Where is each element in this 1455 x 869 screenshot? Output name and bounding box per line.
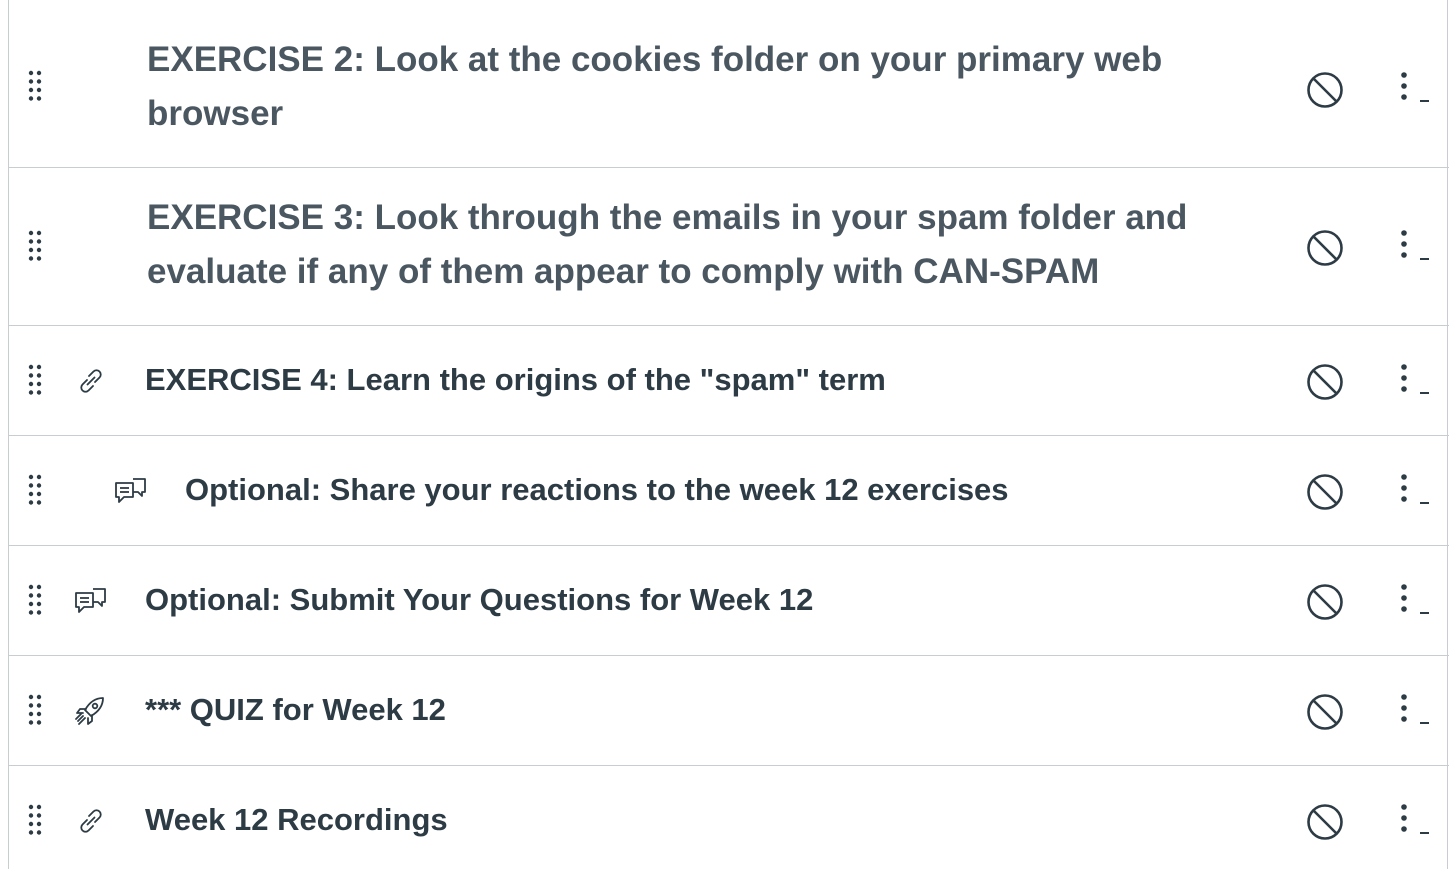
drag-handle-icon[interactable] — [26, 70, 44, 102]
kebab-menu-icon[interactable] — [1392, 228, 1432, 268]
drag-handle-icon[interactable] — [26, 694, 44, 726]
kebab-menu-icon[interactable] — [1392, 582, 1432, 622]
unpublished-icon[interactable] — [1306, 473, 1344, 511]
drag-handle-icon[interactable] — [26, 364, 44, 396]
module-item-title[interactable]: EXERCISE 3: Look through the emails in y… — [147, 191, 1247, 299]
drag-handle-icon[interactable] — [26, 230, 44, 262]
module-item: Optional: Submit Your Questions for Week… — [9, 546, 1449, 656]
kebab-menu-icon[interactable] — [1392, 70, 1432, 110]
module-item-title[interactable]: *** QUIZ for Week 12 — [145, 690, 1245, 730]
link-icon — [80, 809, 102, 833]
module-item: Week 12 Recordings — [9, 766, 1449, 869]
kebab-menu-icon[interactable] — [1392, 692, 1432, 732]
module-item-title[interactable]: EXERCISE 4: Learn the origins of the "sp… — [145, 360, 1245, 400]
drag-handle-icon[interactable] — [26, 474, 44, 506]
link-icon — [80, 369, 102, 393]
unpublished-icon[interactable] — [1306, 229, 1344, 267]
discussion-icon — [115, 478, 146, 503]
module-item-title[interactable]: EXERCISE 2: Look at the cookies folder o… — [147, 33, 1247, 141]
module-item: EXERCISE 3: Look through the emails in y… — [9, 168, 1449, 326]
module-item-title[interactable]: Optional: Submit Your Questions for Week… — [145, 580, 1245, 620]
module-item: EXERCISE 4: Learn the origins of the "sp… — [9, 326, 1449, 436]
kebab-menu-icon[interactable] — [1392, 472, 1432, 512]
module-item-title[interactable]: Week 12 Recordings — [145, 800, 1245, 840]
module-item-title[interactable]: Optional: Share your reactions to the we… — [185, 470, 1245, 510]
drag-handle-icon[interactable] — [26, 584, 44, 616]
unpublished-icon[interactable] — [1306, 803, 1344, 841]
unpublished-icon[interactable] — [1306, 693, 1344, 731]
module-item: *** QUIZ for Week 12 — [9, 656, 1449, 766]
kebab-menu-icon[interactable] — [1392, 802, 1432, 842]
unpublished-icon[interactable] — [1306, 363, 1344, 401]
module-item: EXERCISE 2: Look at the cookies folder o… — [9, 0, 1449, 168]
discussion-icon — [75, 588, 106, 613]
drag-handle-icon[interactable] — [26, 804, 44, 836]
module-items-list: EXERCISE 2: Look at the cookies folder o… — [8, 0, 1449, 869]
module-item: Optional: Share your reactions to the we… — [9, 436, 1449, 546]
quiz-rocket-icon — [75, 697, 104, 725]
unpublished-icon[interactable] — [1306, 71, 1344, 109]
kebab-menu-icon[interactable] — [1392, 362, 1432, 402]
unpublished-icon[interactable] — [1306, 583, 1344, 621]
